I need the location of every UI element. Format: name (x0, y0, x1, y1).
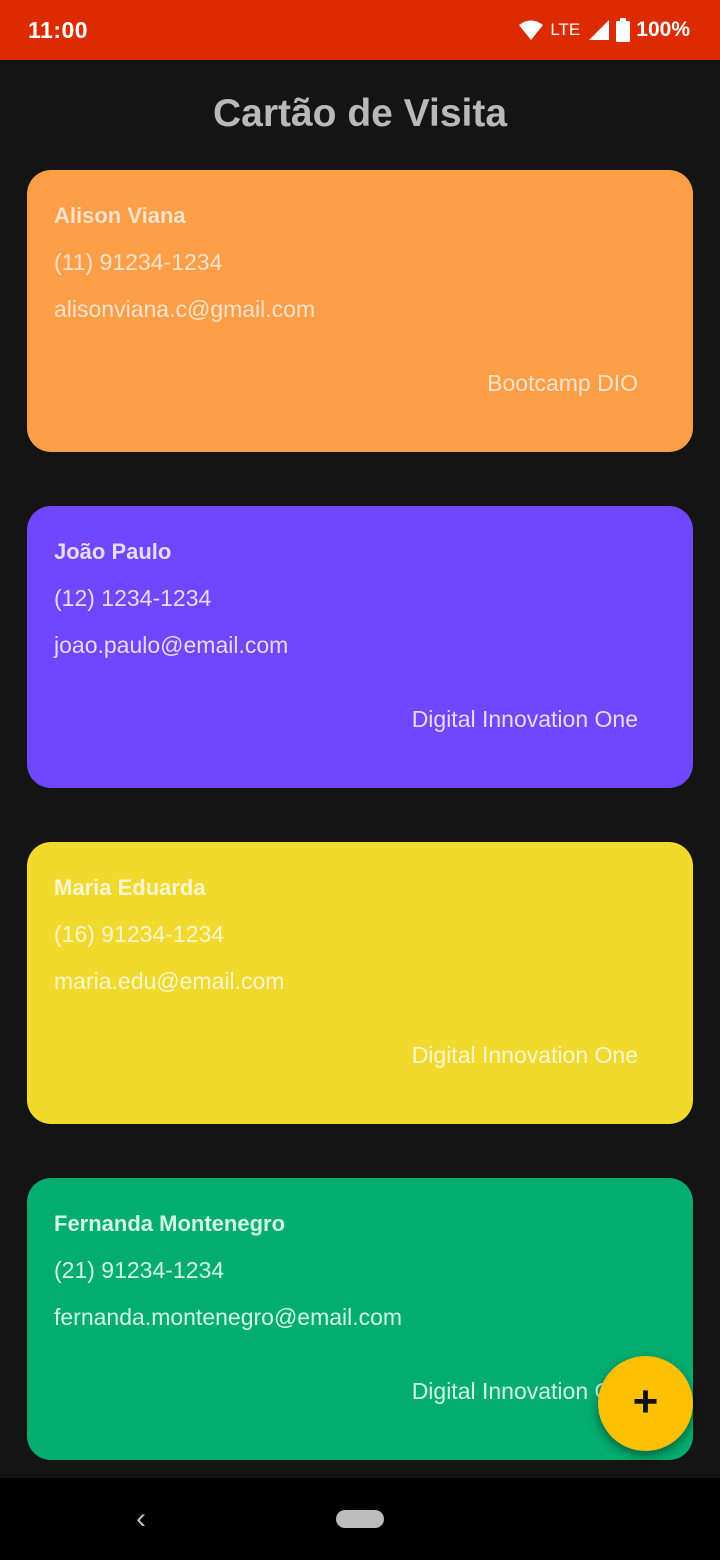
card-phone: (11) 91234-1234 (54, 249, 223, 275)
status-time: 11:00 (28, 16, 89, 43)
business-card-list: Alison Viana (11) 91234-1234 alisonviana… (27, 170, 693, 1514)
business-card[interactable]: Alison Viana (11) 91234-1234 alisonviana… (27, 170, 693, 452)
card-name: João Paulo (54, 539, 172, 564)
card-phone: (21) 91234-1234 (54, 1257, 225, 1283)
card-name: Alison Viana (54, 203, 186, 228)
signal-icon (589, 20, 610, 40)
card-phone: (16) 91234-1234 (54, 921, 225, 947)
plus-icon: + (632, 1376, 659, 1426)
business-card[interactable]: Fernanda Montenegro (21) 91234-1234 fern… (27, 1178, 693, 1460)
card-company: Digital Innovation One (411, 706, 638, 732)
business-card[interactable]: Maria Eduarda (16) 91234-1234 maria.edu@… (27, 842, 693, 1124)
business-card[interactable]: João Paulo (12) 1234-1234 joao.paulo@ema… (27, 506, 693, 788)
card-company: Digital Innovation One (411, 1042, 638, 1068)
card-email: fernanda.montenegro@email.com (54, 1304, 403, 1330)
network-type: LTE (550, 20, 581, 39)
navigation-bar: ‹ (0, 1478, 720, 1560)
wifi-icon: 4 (519, 20, 544, 41)
add-card-button[interactable]: + (598, 1356, 693, 1451)
card-phone: (12) 1234-1234 (54, 585, 212, 611)
card-name: Fernanda Montenegro (54, 1211, 286, 1236)
card-email: alisonviana.c@gmail.com (54, 296, 316, 322)
battery-percent: 100% (636, 18, 690, 41)
home-pill-icon[interactable] (336, 1510, 384, 1528)
battery-icon (616, 18, 631, 42)
card-email: joao.paulo@email.com (54, 632, 289, 658)
card-company: Bootcamp DIO (487, 370, 638, 396)
back-icon[interactable]: ‹ (136, 1502, 146, 1536)
status-icons: 4 LTE 100% (518, 18, 690, 42)
status-bar: 11:00 4 LTE 100% (0, 0, 720, 60)
screen: 11:00 4 LTE 100% Cartão de Visita Alison… (0, 0, 720, 1560)
svg-text:4: 4 (535, 31, 540, 41)
card-name: Maria Eduarda (54, 875, 206, 900)
page-title: Cartão de Visita (212, 92, 508, 135)
card-email: maria.edu@email.com (54, 968, 285, 994)
